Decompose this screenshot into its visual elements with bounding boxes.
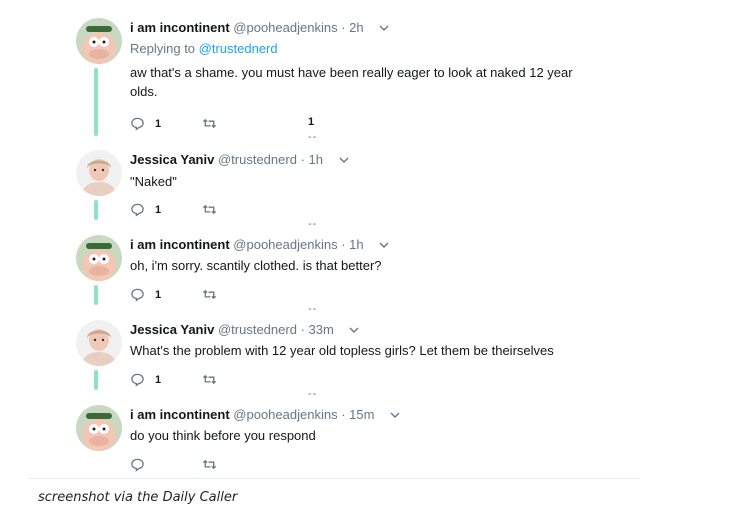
separator-dot: · xyxy=(341,407,346,422)
reply-button[interactable]: 1 xyxy=(130,287,161,302)
display-name[interactable]: i am incontinent xyxy=(130,20,230,35)
reply-count: 1 xyxy=(155,117,162,130)
peter-griffin-avatar[interactable] xyxy=(76,18,122,64)
user-handle[interactable]: @trustednerd xyxy=(218,322,297,337)
tweet-actions: 1 1 xyxy=(130,116,430,132)
tweet-thread: i am incontinent @pooheadjenkins · 2h Re… xyxy=(0,0,745,473)
display-name[interactable]: Jessica Yaniv xyxy=(130,322,214,337)
timestamp[interactable]: 1h xyxy=(349,237,363,252)
replying-to-link[interactable]: @trustednerd xyxy=(199,41,278,56)
retweet-button[interactable] xyxy=(202,116,217,131)
separator-dot: · xyxy=(341,20,346,35)
separator-dot: · xyxy=(341,237,346,252)
dashes: -- xyxy=(308,303,318,315)
tweet-actions: 1 xyxy=(130,287,430,303)
tweet-text: oh, i'm sorry. scantily clothed. is that… xyxy=(130,258,382,273)
retweet-icon xyxy=(202,204,217,215)
reply-button[interactable]: 1 xyxy=(130,202,161,217)
tweet-header: i am incontinent @pooheadjenkins · 2h xyxy=(130,19,630,36)
reply-button[interactable]: 1 xyxy=(130,116,161,131)
retweet-button[interactable] xyxy=(202,287,217,302)
chevron-down-icon[interactable] xyxy=(349,325,359,335)
replying-to-prefix: Replying to xyxy=(130,41,199,56)
retweet-icon xyxy=(202,289,217,300)
thread-line xyxy=(94,285,98,305)
reply-icon xyxy=(131,203,144,217)
reply-button[interactable] xyxy=(130,457,145,472)
chevron-down-icon[interactable] xyxy=(379,240,389,250)
thread-line xyxy=(94,200,98,220)
chevron-down-icon[interactable] xyxy=(390,410,400,420)
tweet-actions: 1 xyxy=(130,202,430,218)
tweet-text: "Naked" xyxy=(130,174,177,189)
tweet-header: i am incontinent @pooheadjenkins · 1h xyxy=(130,236,630,253)
thread-line xyxy=(94,370,98,390)
dashes: -- xyxy=(308,388,318,400)
display-name[interactable]: i am incontinent xyxy=(130,237,230,252)
user-handle[interactable]: @pooheadjenkins xyxy=(233,20,337,35)
reply-button[interactable]: 1 xyxy=(130,372,161,387)
reply-count: 1 xyxy=(155,203,162,216)
display-name[interactable]: Jessica Yaniv xyxy=(130,152,214,167)
timestamp[interactable]: 33m xyxy=(309,322,334,337)
timestamp[interactable]: 2h xyxy=(349,20,363,35)
peter-griffin-avatar[interactable] xyxy=(76,405,122,451)
separator-dot: · xyxy=(300,152,305,167)
peter-griffin-avatar[interactable] xyxy=(76,235,122,281)
chevron-down-icon[interactable] xyxy=(379,23,389,33)
image-caption: screenshot via the Daily Caller xyxy=(38,490,238,505)
reply-count: 1 xyxy=(155,373,162,386)
tweet-text: do you think before you respond xyxy=(130,428,316,443)
reply-icon xyxy=(131,458,144,472)
reply-icon xyxy=(131,373,144,387)
reply-icon xyxy=(131,117,144,131)
divider xyxy=(28,478,640,479)
tweet-text: What's the problem with 12 year old topl… xyxy=(130,343,554,358)
tweet-header: Jessica Yaniv @trustednerd · 1h xyxy=(130,151,630,168)
jessica-avatar[interactable] xyxy=(76,150,122,196)
retweet-button[interactable] xyxy=(202,372,217,387)
timestamp[interactable]: 1h xyxy=(309,152,323,167)
user-handle[interactable]: @pooheadjenkins xyxy=(233,407,337,422)
retweet-icon xyxy=(202,459,217,470)
like-count: 1 xyxy=(308,116,315,128)
dashes: -- xyxy=(308,131,318,143)
tweet-actions xyxy=(130,457,430,473)
tweet-header: Jessica Yaniv @trustednerd · 33m xyxy=(130,321,630,338)
user-handle[interactable]: @pooheadjenkins xyxy=(233,237,337,252)
replying-to: Replying to @trustednerd xyxy=(130,40,630,57)
jessica-avatar[interactable] xyxy=(76,320,122,366)
reply-count: 1 xyxy=(155,288,162,301)
thread-line xyxy=(94,68,98,136)
separator-dot: · xyxy=(300,322,305,337)
dashes: -- xyxy=(308,218,318,230)
chevron-down-icon[interactable] xyxy=(339,155,349,165)
tweet-actions: 1 xyxy=(130,372,430,388)
tweet-text: aw that's a shame. you must have been re… xyxy=(130,65,573,99)
display-name[interactable]: i am incontinent xyxy=(130,407,230,422)
retweet-icon xyxy=(202,374,217,385)
like-button[interactable]: 1 xyxy=(308,116,314,128)
retweet-button[interactable] xyxy=(202,457,217,472)
user-handle[interactable]: @trustednerd xyxy=(218,152,297,167)
retweet-icon xyxy=(202,118,217,129)
timestamp[interactable]: 15m xyxy=(349,407,374,422)
tweet-header: i am incontinent @pooheadjenkins · 15m xyxy=(130,406,630,423)
reply-icon xyxy=(131,288,144,302)
retweet-button[interactable] xyxy=(202,202,217,217)
